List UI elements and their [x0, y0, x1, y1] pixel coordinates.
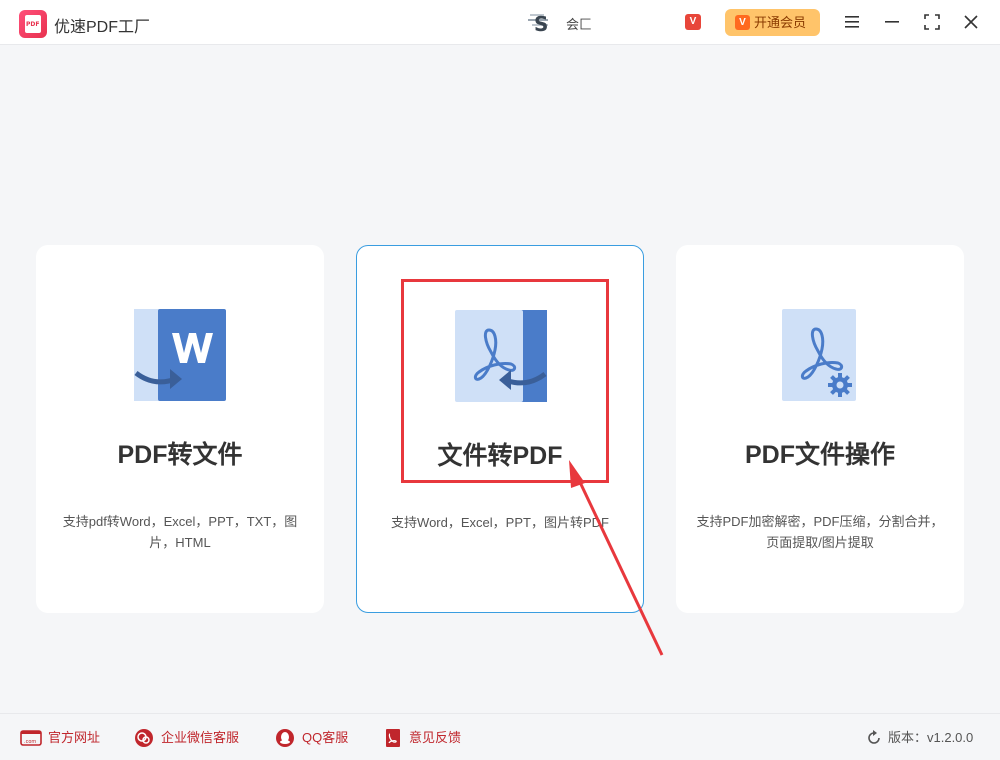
file-to-pdf-card[interactable]: 文件转PDF 支持Word，Excel，PPT，图片转PDF — [356, 245, 644, 613]
feedback-label: 意见反馈 — [409, 730, 462, 745]
footer-bar: .com 官方网址 企业微信客服 QQ客服 意见反馈 版本：v1.2.0.0 — [0, 713, 1000, 760]
pdf-to-word-icon — [132, 307, 228, 403]
file-to-pdf-icon — [453, 308, 549, 404]
minimize-button[interactable] — [879, 9, 905, 35]
app-title: 优速PDF工厂 — [54, 19, 151, 36]
pdf-settings-icon — [772, 307, 868, 403]
official-website-label: 官方网址 — [48, 730, 101, 745]
menu-button[interactable] — [839, 9, 865, 35]
close-icon — [964, 15, 978, 29]
user-avatar-icon[interactable]: S — [528, 11, 556, 36]
card-description: 支持pdf转Word，Excel，PPT，TXT，图片，HTML — [62, 514, 298, 550]
minimize-icon — [885, 21, 899, 23]
pdf-operations-card[interactable]: PDF文件操作 支持PDF加密解密，PDF压缩，分割合并，页面提取/图片提取 — [676, 245, 964, 613]
app-logo-icon: PDF — [19, 10, 47, 38]
card-title: 文件转PDF — [437, 442, 563, 470]
user-name[interactable]: 会匚 — [566, 14, 686, 33]
feedback-icon — [386, 729, 400, 747]
close-button[interactable] — [958, 9, 984, 35]
qq-service-label: QQ客服 — [302, 730, 349, 745]
card-description: 支持Word，Excel，PPT，图片转PDF — [391, 515, 609, 530]
open-vip-button[interactable]: V 开通会员 — [725, 9, 820, 36]
qq-icon — [276, 729, 294, 747]
open-vip-label: 开通会员 — [754, 15, 807, 30]
hamburger-icon — [845, 16, 859, 28]
card-description: 支持PDF加密解密，PDF压缩，分割合并，页面提取/图片提取 — [696, 514, 944, 550]
wechat-service-label: 企业微信客服 — [161, 730, 240, 745]
website-icon: .com — [20, 730, 42, 746]
vip-icon: V — [735, 15, 750, 30]
maximize-icon — [924, 14, 940, 30]
card-title: PDF转文件 — [117, 441, 243, 469]
vip-status-badge: V — [685, 14, 701, 30]
maximize-button[interactable] — [919, 9, 945, 35]
wechat-service-icon — [135, 729, 153, 747]
version-label: 版本：v1.2.0.0 — [888, 730, 974, 745]
refresh-icon — [868, 730, 880, 744]
svg-text:S: S — [534, 12, 548, 35]
svg-text:.com: .com — [24, 739, 36, 745]
app-logo-text: PDF — [26, 21, 40, 28]
title-bar: PDF 优速PDF工厂 S 会匚 V V 开通会员 — [0, 0, 1000, 45]
card-title: PDF文件操作 — [744, 441, 895, 469]
pdf-to-file-card[interactable]: PDF转文件 支持pdf转Word，Excel，PPT，TXT，图片，HTML — [36, 245, 324, 613]
